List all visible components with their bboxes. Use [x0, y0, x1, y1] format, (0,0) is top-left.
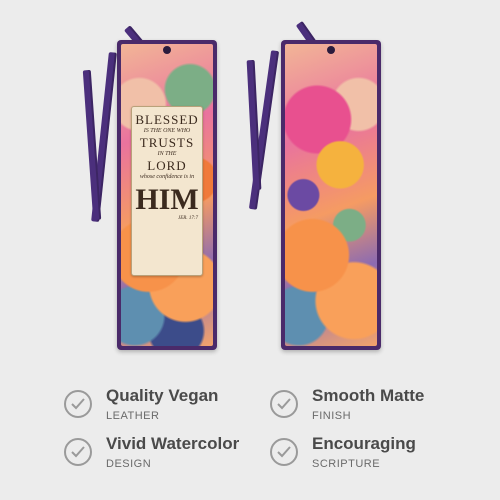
label-reference: JER. 17:7 [178, 216, 198, 221]
check-circle-icon [64, 438, 92, 466]
check-circle-icon [270, 438, 298, 466]
bookmark-front: BLESSED IS THE ONE WHO TRUSTS IN THE LOR… [117, 40, 217, 350]
feature-item: Smooth Matte FINISH [270, 386, 490, 430]
ribbon-hole [163, 46, 171, 54]
feature-title: Smooth Matte [312, 386, 425, 405]
feature-title: Vivid Watercolor [106, 434, 240, 453]
product-image: BLESSED IS THE ONE WHO TRUSTS IN THE LOR… [0, 0, 500, 360]
check-circle-icon [64, 390, 92, 418]
scripture-label: BLESSED IS THE ONE WHO TRUSTS IN THE LOR… [131, 106, 203, 276]
feature-subtitle: DESIGN [106, 458, 152, 470]
feature-title: Encouraging [312, 434, 416, 453]
feature-subtitle: FINISH [312, 410, 352, 422]
feature-subtitle: LEATHER [106, 410, 160, 422]
feature-item: Vivid Watercolor DESIGN [64, 434, 284, 478]
ribbon-right-3 [246, 59, 262, 191]
label-line: whose confidence is in [139, 174, 195, 180]
feature-item: Quality Vegan LEATHER [64, 386, 284, 430]
ribbon-hole [327, 46, 335, 54]
label-line: BLESSED [135, 112, 199, 127]
floral-art [285, 44, 377, 346]
feature-list: Quality Vegan LEATHER Smooth Matte FINIS… [0, 370, 500, 500]
check-circle-icon [270, 390, 298, 418]
feature-title: Quality Vegan [106, 386, 219, 405]
feature-subtitle: SCRIPTURE [312, 458, 381, 470]
bookmark-back [281, 40, 381, 350]
label-line: HIM [135, 183, 199, 216]
label-line: TRUSTS [139, 135, 195, 150]
label-line: LORD [147, 158, 187, 173]
feature-item: Encouraging SCRIPTURE [270, 434, 490, 478]
